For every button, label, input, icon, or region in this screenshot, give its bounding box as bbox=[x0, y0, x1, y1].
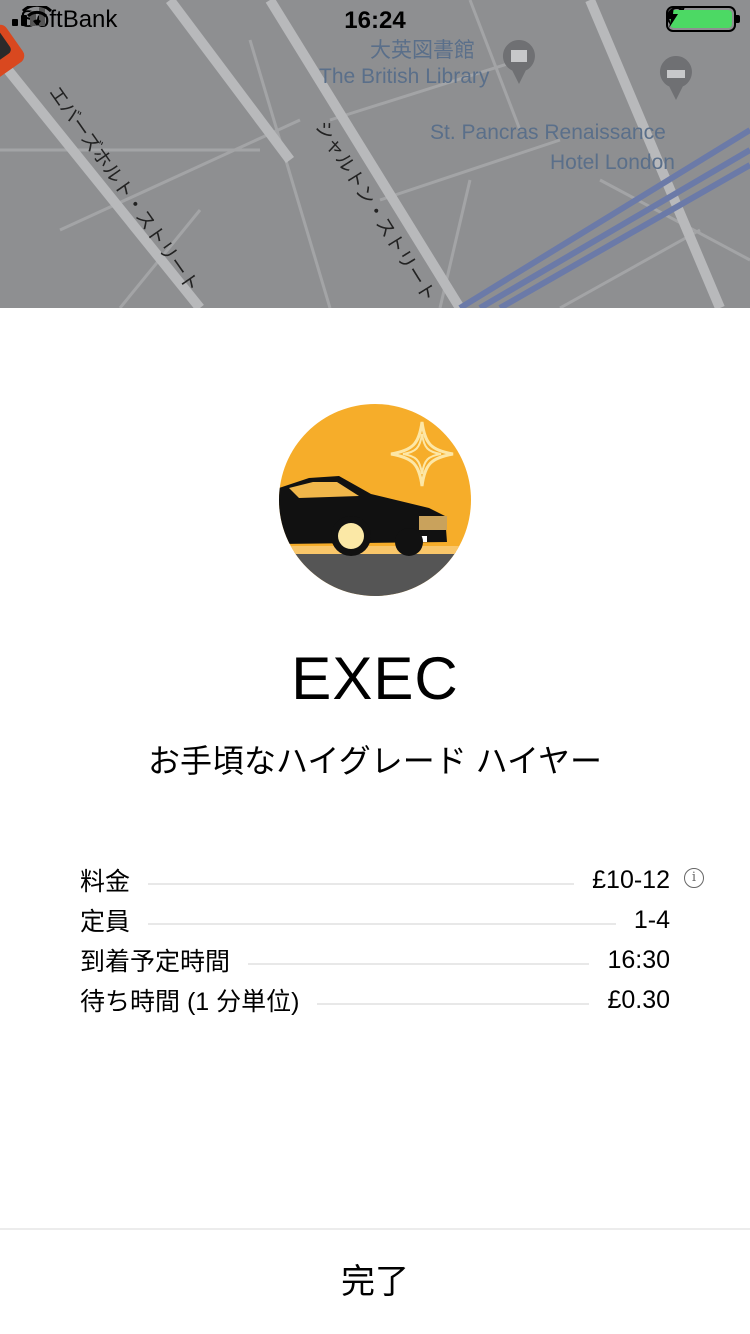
detail-value: £10-12 bbox=[592, 865, 670, 894]
detail-row-fare: 料金 £10-12 i bbox=[80, 860, 704, 900]
detail-divider bbox=[248, 963, 590, 965]
charging-bolt-icon bbox=[666, 6, 678, 28]
detail-row-wait-time: 待ち時間 (1 分単位) £0.30 bbox=[80, 980, 670, 1020]
map-view[interactable]: 大英図書館 The British Library St. Pancras Re… bbox=[0, 0, 750, 308]
detail-value: 16:30 bbox=[607, 945, 670, 974]
product-detail-sheet: EXEC お手頃なハイグレード ハイヤー 料金 £10-12 i 定員 1-4 … bbox=[0, 308, 750, 1334]
done-button[interactable]: 完了 bbox=[0, 1230, 750, 1334]
map-label-library-en: The British Library bbox=[319, 65, 490, 88]
info-icon[interactable]: i bbox=[684, 868, 704, 888]
detail-divider bbox=[148, 923, 616, 925]
detail-value: 1-4 bbox=[633, 905, 670, 934]
product-description: お手頃なハイグレード ハイヤー bbox=[147, 743, 602, 779]
product-name: EXEC bbox=[291, 645, 459, 712]
map-label-library-ja: 大英図書館 bbox=[370, 39, 475, 62]
status-bar: SoftBank 16:24 bbox=[0, 0, 750, 40]
detail-value: £0.30 bbox=[607, 985, 670, 1014]
status-time: 16:24 bbox=[344, 7, 406, 34]
detail-label: 定員 bbox=[80, 908, 131, 936]
detail-row-capacity: 定員 1-4 bbox=[80, 900, 670, 940]
detail-label: 料金 bbox=[80, 868, 131, 896]
detail-label: 到着予定時間 bbox=[80, 948, 231, 976]
exec-car-illustration bbox=[279, 404, 471, 596]
detail-label: 待ち時間 (1 分単位) bbox=[80, 988, 300, 1016]
detail-divider bbox=[148, 883, 575, 885]
fare-details: 料金 £10-12 i 定員 1-4 到着予定時間 16:30 待ち時間 (1 … bbox=[80, 860, 704, 1020]
map-label-hotel-line2: Hotel London bbox=[550, 151, 675, 174]
detail-row-eta: 到着予定時間 16:30 bbox=[80, 940, 670, 980]
detail-divider bbox=[317, 1003, 590, 1005]
map-label-hotel-line1: St. Pancras Renaissance bbox=[430, 121, 666, 144]
car-icon bbox=[279, 404, 471, 596]
